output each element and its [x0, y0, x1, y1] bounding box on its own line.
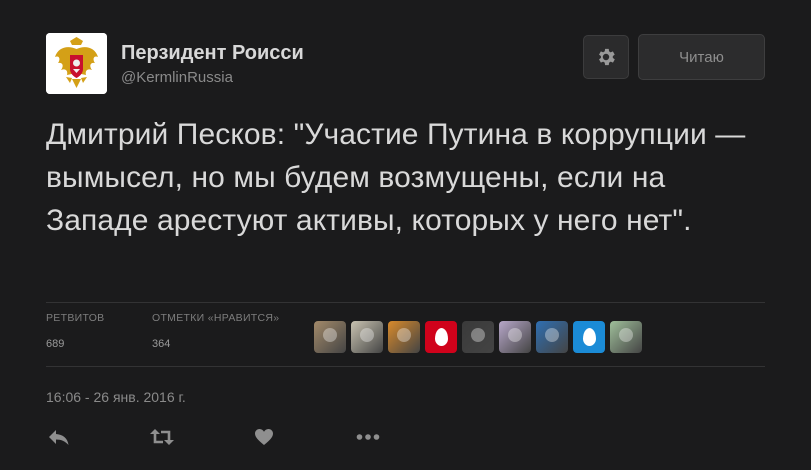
avatar[interactable] [46, 33, 107, 94]
liker-avatar[interactable] [388, 321, 420, 353]
coat-of-arms-icon [46, 33, 107, 94]
likes-label: ОТМЕТКИ «НРАВИТСЯ» [152, 312, 280, 324]
face-shape [545, 328, 559, 342]
liker-avatar[interactable] [351, 321, 383, 353]
settings-button[interactable] [583, 35, 629, 79]
tweet-actions [46, 423, 446, 453]
reply-button[interactable] [48, 423, 70, 451]
reply-icon [49, 430, 69, 445]
face-shape [397, 328, 411, 342]
tweet-timestamp[interactable]: 16:06 - 26 янв. 2016 г. [46, 389, 186, 405]
likes-stat[interactable]: ОТМЕТКИ «НРАВИТСЯ» 364 [152, 312, 279, 350]
user-names: Перзидент Роисси @KermlinRussia [121, 41, 304, 86]
divider [46, 302, 765, 303]
default-egg-avatar[interactable] [425, 321, 457, 353]
likes-count: 364 [152, 338, 171, 350]
gear-icon [599, 48, 615, 66]
display-name[interactable]: Перзидент Роисси [121, 41, 304, 65]
face-shape [508, 328, 522, 342]
liker-avatar[interactable] [314, 321, 346, 353]
tweet-stats: РЕТВИТОВ 689 ОТМЕТКИ «НРАВИТСЯ» 364 [46, 312, 765, 362]
tweet-text: Дмитрий Песков: "Участие Путина в корруп… [46, 118, 746, 237]
like-button[interactable] [254, 423, 274, 451]
liker-avatar[interactable] [536, 321, 568, 353]
liker-avatar[interactable] [462, 321, 494, 353]
retweets-label: РЕТВИТОВ [46, 312, 105, 324]
tweet-header: Перзидент Роисси @KermlinRussia Читаю [46, 33, 765, 97]
retweets-stat[interactable]: РЕТВИТОВ 689 [46, 312, 104, 350]
divider [46, 366, 765, 367]
retweet-icon [150, 429, 174, 445]
retweets-count: 689 [46, 338, 65, 350]
face-shape [360, 328, 374, 342]
following-button[interactable]: Читаю [638, 34, 765, 80]
liker-avatars [314, 321, 642, 353]
egg-icon [582, 328, 596, 346]
user-handle[interactable]: @KermlinRussia [121, 69, 304, 86]
more-button[interactable] [356, 423, 380, 451]
face-shape [323, 328, 337, 342]
liker-avatar[interactable] [610, 321, 642, 353]
face-shape [619, 328, 633, 342]
face-shape [471, 328, 485, 342]
retweet-button[interactable] [149, 423, 175, 451]
egg-icon [434, 328, 448, 346]
default-egg-avatar[interactable] [573, 321, 605, 353]
liker-avatar[interactable] [499, 321, 531, 353]
more-icon [356, 434, 380, 440]
heart-icon [255, 429, 273, 445]
